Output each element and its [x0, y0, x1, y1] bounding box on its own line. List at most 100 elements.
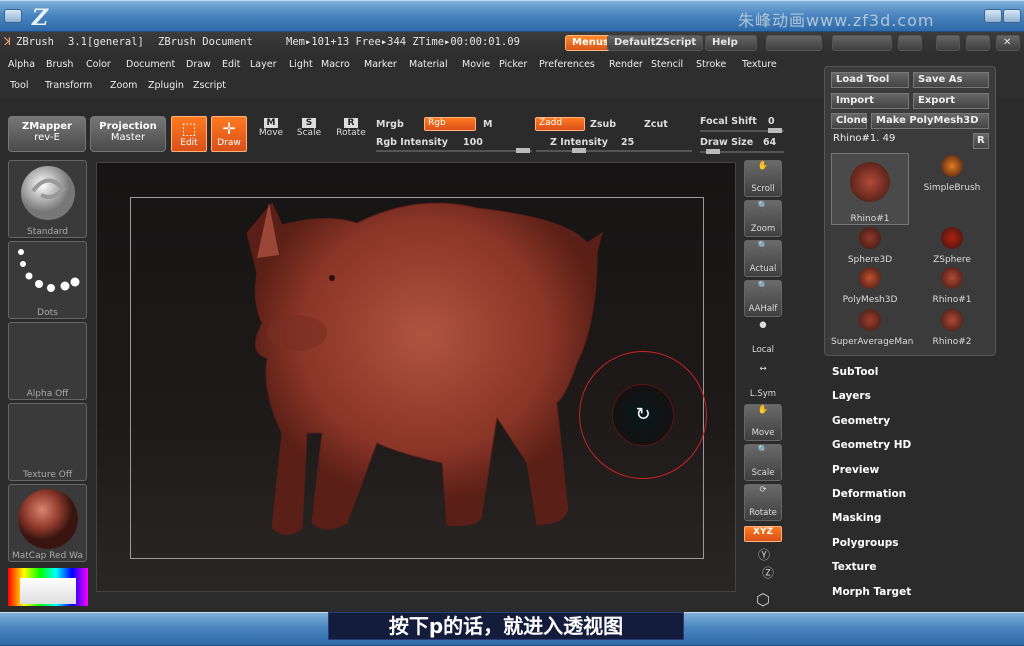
rotate-view-button[interactable]: ⟳ Rotate: [744, 484, 782, 521]
tool-item[interactable]: Rhino#2: [913, 307, 991, 347]
zcut-button[interactable]: Zcut: [644, 119, 668, 130]
edit-button[interactable]: ⬚ Edit: [171, 116, 207, 152]
submenu-layers[interactable]: Layers: [832, 390, 871, 402]
menu-layer[interactable]: Layer: [250, 59, 277, 70]
window-menu-icon[interactable]: [4, 9, 22, 23]
tool-item[interactable]: SimpleBrush: [913, 153, 991, 193]
menu-edit[interactable]: Edit: [222, 59, 240, 70]
help-button[interactable]: Help: [705, 35, 757, 51]
zoom-button[interactable]: 🔍 Zoom: [744, 200, 782, 237]
brush-standard-tile[interactable]: Standard: [8, 160, 87, 238]
menu-transform[interactable]: Transform: [45, 80, 92, 91]
menu-movie[interactable]: Movie: [462, 59, 490, 70]
xyz-button[interactable]: XYZ: [744, 526, 782, 542]
rotate-mode-button[interactable]: R Rotate: [336, 118, 366, 138]
local-button[interactable]: ● Local: [744, 320, 782, 357]
load-tool-button[interactable]: Load Tool: [831, 72, 909, 88]
submenu-texture[interactable]: Texture: [832, 561, 876, 573]
z-intensity-slider[interactable]: [536, 148, 692, 153]
submenu-masking[interactable]: Masking: [832, 512, 881, 524]
maximize-icon[interactable]: [1003, 9, 1021, 23]
menu-zoom[interactable]: Zoom: [110, 80, 137, 91]
layout-button[interactable]: [832, 35, 892, 51]
focal-shift-slider[interactable]: [700, 128, 784, 133]
stroke-dots-tile[interactable]: Dots: [8, 241, 87, 319]
restore-app-icon[interactable]: [966, 35, 990, 51]
r-button[interactable]: R: [973, 133, 989, 149]
y-axis-icon[interactable]: Ⓨ: [758, 546, 770, 563]
save-as-button[interactable]: Save As: [913, 72, 989, 88]
m-button[interactable]: M: [483, 119, 492, 130]
alpha-off-tile[interactable]: Alpha Off: [8, 322, 87, 400]
scale-view-button[interactable]: 🔍 Scale: [744, 444, 782, 481]
rgb-button[interactable]: Rgb: [424, 117, 476, 131]
move-view-button[interactable]: ✋ Move: [744, 404, 782, 441]
submenu-geometry[interactable]: Geometry: [832, 415, 890, 427]
menu-material[interactable]: Material: [409, 59, 448, 70]
zadd-button[interactable]: Zadd: [535, 117, 585, 131]
menu-picker[interactable]: Picker: [499, 59, 527, 70]
move-mode-button[interactable]: M Move: [258, 118, 284, 138]
draw-size-slider[interactable]: [700, 149, 784, 154]
submenu-preview[interactable]: Preview: [832, 464, 879, 476]
close-app-icon[interactable]: ✕: [996, 35, 1020, 51]
draw-button[interactable]: ✛ Draw: [211, 116, 247, 152]
tool-item[interactable]: Rhino#1: [831, 153, 909, 225]
menu-texture[interactable]: Texture: [742, 59, 777, 70]
tool-item[interactable]: ZSphere: [913, 225, 991, 265]
submenu-morph-target[interactable]: Morph Target: [832, 586, 911, 598]
menu-marker[interactable]: Marker: [364, 59, 397, 70]
export-button[interactable]: Export: [913, 93, 989, 109]
tool-item[interactable]: Rhino#1: [913, 265, 991, 305]
tool-item[interactable]: SuperAverageMan: [831, 307, 913, 347]
make-polymesh-button[interactable]: Make PolyMesh3D: [871, 113, 989, 129]
texture-off-tile[interactable]: Texture Off: [8, 403, 87, 481]
default-zscript-button[interactable]: DefaultZScript: [607, 35, 704, 51]
document-canvas[interactable]: ↻: [96, 162, 736, 592]
import-button[interactable]: Import: [831, 93, 909, 109]
rgb-intensity-handle[interactable]: [516, 148, 530, 153]
menu-zscript[interactable]: Zscript: [193, 80, 226, 91]
minimize-icon[interactable]: [984, 9, 1002, 23]
z-axis-icon[interactable]: Ⓩ: [762, 564, 774, 581]
menu-tool[interactable]: Tool: [10, 80, 28, 91]
menu-stroke[interactable]: Stroke: [696, 59, 726, 70]
menu-light[interactable]: Light: [289, 59, 313, 70]
submenu-deformation[interactable]: Deformation: [832, 488, 906, 500]
scale-mode-button[interactable]: S Scale: [296, 118, 322, 138]
menu-render[interactable]: Render: [609, 59, 643, 70]
focal-shift-handle[interactable]: [768, 128, 782, 133]
menu-brush[interactable]: Brush: [46, 59, 73, 70]
menu-macro[interactable]: Macro: [321, 59, 350, 70]
cube-icon[interactable]: ⬡: [756, 590, 770, 609]
color-picker-square[interactable]: [20, 578, 76, 604]
menu-color[interactable]: Color: [86, 59, 111, 70]
lock-icon[interactable]: [898, 35, 922, 51]
color-picker[interactable]: [8, 568, 88, 606]
projection-master-button[interactable]: Projection Master: [90, 116, 166, 152]
submenu-geometry-hd[interactable]: Geometry HD: [832, 439, 911, 451]
clone-button[interactable]: Clone: [831, 113, 868, 129]
tool-item[interactable]: Sphere3D: [831, 225, 909, 265]
z-intensity-handle[interactable]: [572, 148, 586, 153]
zmapper-button[interactable]: ZMapper rev-E: [8, 116, 86, 152]
menu-alpha[interactable]: Alpha: [8, 59, 35, 70]
submenu-polygroups[interactable]: Polygroups: [832, 537, 899, 549]
aahalf-button[interactable]: 🔍 AAHalf: [744, 280, 782, 317]
tool-item[interactable]: PolyMesh3D: [831, 265, 909, 305]
actual-button[interactable]: 🔍 Actual: [744, 240, 782, 277]
menu-draw[interactable]: Draw: [186, 59, 211, 70]
submenu-subtool[interactable]: SubTool: [832, 366, 878, 378]
rgb-intensity-slider[interactable]: [376, 148, 532, 153]
minimize-app-icon[interactable]: [936, 35, 960, 51]
scroll-button[interactable]: ✋ Scroll: [744, 160, 782, 197]
draw-size-handle[interactable]: [706, 149, 720, 154]
matcap-tile[interactable]: MatCap Red Wa: [8, 484, 87, 562]
zsub-button[interactable]: Zsub: [590, 119, 616, 130]
mrgb-button[interactable]: Mrgb: [376, 119, 404, 130]
menu-stencil[interactable]: Stencil: [651, 59, 683, 70]
menu-document[interactable]: Document: [126, 59, 175, 70]
lsym-button[interactable]: ↔ L.Sym: [744, 364, 782, 401]
arrows-button[interactable]: [766, 35, 822, 51]
menu-preferences[interactable]: Preferences: [539, 59, 595, 70]
